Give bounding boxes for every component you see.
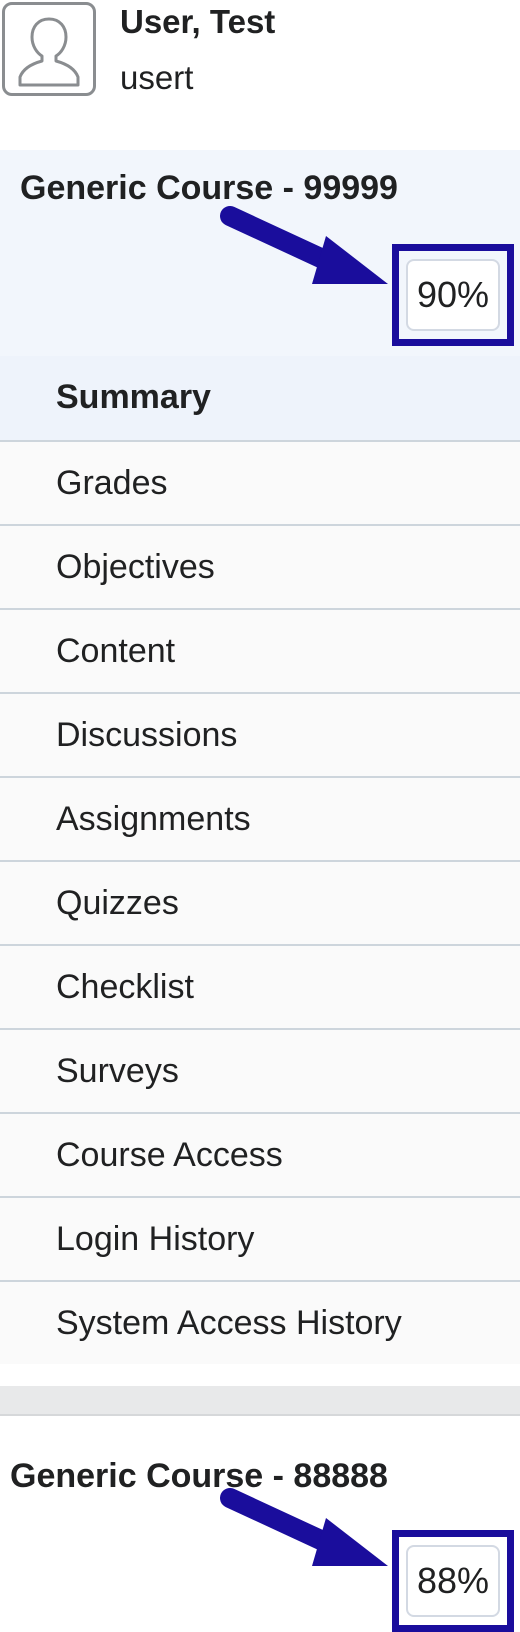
course-card[interactable]: Generic Course - 88888 88% [0,1416,520,1632]
nav-item-checklist[interactable]: Checklist [0,944,520,1028]
nav-item-quizzes[interactable]: Quizzes [0,860,520,944]
nav-item-content[interactable]: Content [0,608,520,692]
grade-highlight-box: 88% [392,1530,514,1632]
user-header: User, Test usert [0,0,520,150]
nav-item-discussions[interactable]: Discussions [0,692,520,776]
user-username: usert [120,59,194,96]
nav-item-system-access-history[interactable]: System Access History [0,1280,520,1364]
nav-item-summary[interactable]: Summary [0,356,520,440]
user-avatar-icon [2,2,96,96]
nav-item-login-history[interactable]: Login History [0,1196,520,1280]
user-progress-page: User, Test usert Generic Course - 99999 … [0,0,520,1632]
arrow-annotation-icon [220,206,388,284]
grade-badge[interactable]: 88% [406,1545,500,1617]
arrow-annotation-icon [220,1488,388,1566]
nav-item-course-access[interactable]: Course Access [0,1112,520,1196]
user-name: User, Test [120,3,276,40]
nav-item-objectives[interactable]: Objectives [0,524,520,608]
section-divider [0,1386,520,1416]
nav-item-grades[interactable]: Grades [0,440,520,524]
nav-item-assignments[interactable]: Assignments [0,776,520,860]
nav-item-surveys[interactable]: Surveys [0,1028,520,1112]
grade-highlight-box: 90% [392,244,514,346]
grade-badge[interactable]: 90% [406,259,500,331]
course-card[interactable]: Generic Course - 99999 90% [0,150,520,356]
course-nav-list: Summary Grades Objectives Content Discus… [0,356,520,1364]
